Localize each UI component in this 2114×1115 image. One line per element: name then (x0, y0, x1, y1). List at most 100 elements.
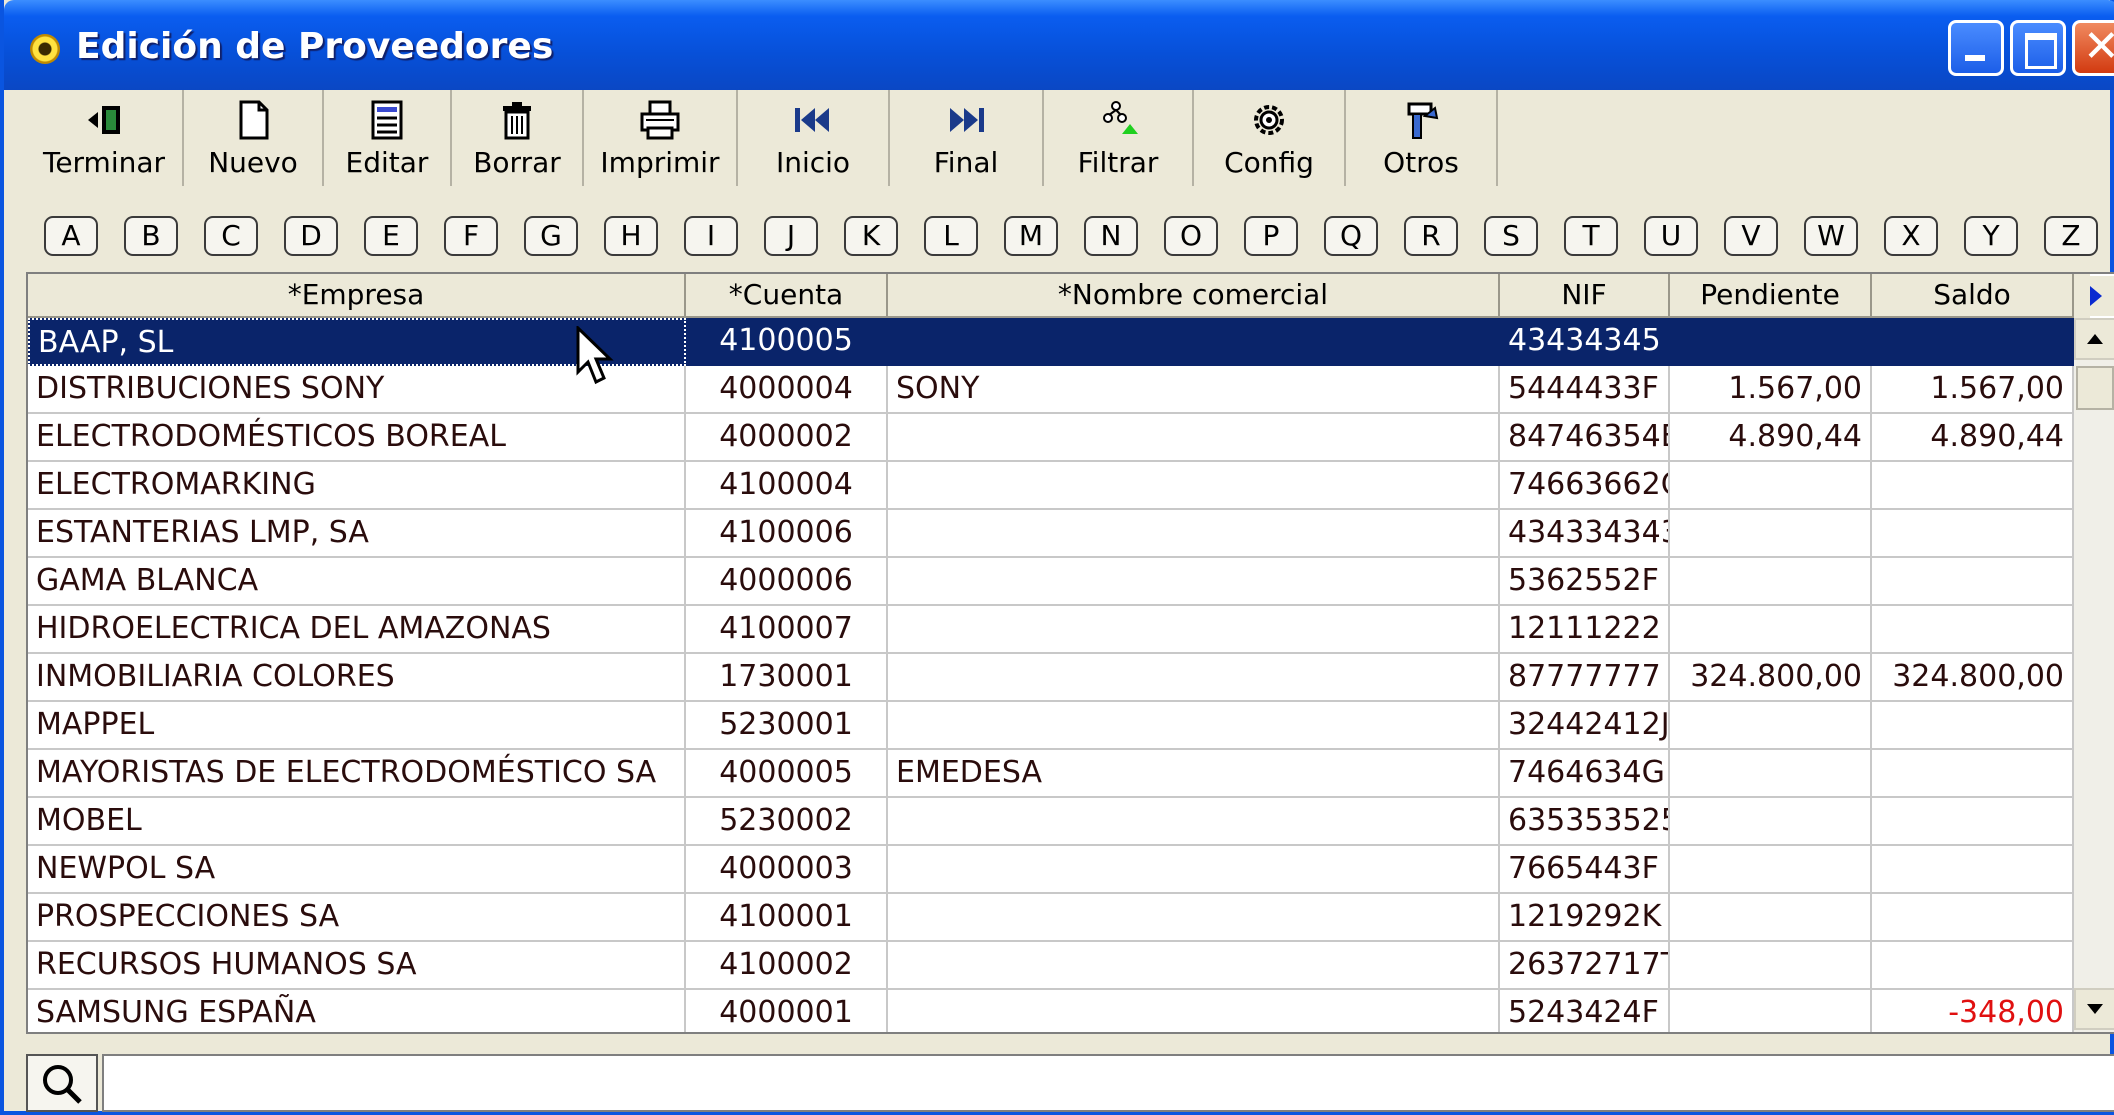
letter-button-k[interactable]: K (844, 216, 898, 256)
letter-button-z[interactable]: Z (2044, 216, 2098, 256)
letter-button-i[interactable]: I (684, 216, 738, 256)
borrar-button[interactable]: Borrar (452, 90, 584, 186)
scroll-up-button[interactable] (2074, 318, 2114, 360)
letter-button-b[interactable]: B (124, 216, 178, 256)
letter-button-f[interactable]: F (444, 216, 498, 256)
table-row[interactable]: MAYORISTAS DE ELECTRODOMÉSTICO SA 4000005… (28, 750, 2074, 798)
search-button[interactable] (26, 1054, 98, 1112)
table-row[interactable]: MAPPEL 5230001 32442412J (28, 702, 2074, 750)
arrow-down-icon (2087, 1004, 2103, 1014)
terminar-button[interactable]: Terminar (26, 90, 184, 186)
editar-button[interactable]: Editar (324, 90, 452, 186)
cell-saldo (1872, 318, 2074, 366)
edit-form-icon (365, 98, 409, 142)
cell-nombre-comercial (888, 702, 1500, 750)
letter-button-t[interactable]: T (1564, 216, 1618, 256)
table-row[interactable]: MOBEL 5230002 635353525 (28, 798, 2074, 846)
cell-nif: 5362552F (1500, 558, 1670, 606)
letter-button-p[interactable]: P (1244, 216, 1298, 256)
letter-button-g[interactable]: G (524, 216, 578, 256)
column-header-cuenta[interactable]: *Cuenta (686, 274, 888, 318)
column-header-pendiente[interactable]: Pendiente (1670, 274, 1872, 318)
search-input[interactable] (102, 1054, 2114, 1112)
cell-saldo (1872, 510, 2074, 558)
cell-pendiente (1670, 318, 1872, 366)
table-row[interactable]: BAAP, SL 4100005 43434345 (28, 318, 2074, 366)
letter-button-m[interactable]: M (1004, 216, 1058, 256)
final-button[interactable]: Final (890, 90, 1044, 186)
cell-nif: 12111222 (1500, 606, 1670, 654)
table-row[interactable]: ESTANTERIAS LMP, SA 4100006 434334343 (28, 510, 2074, 558)
scroll-right-button[interactable] (2074, 276, 2114, 316)
inicio-button[interactable]: Inicio (738, 90, 890, 186)
letter-button-y[interactable]: Y (1964, 216, 2018, 256)
letter-button-u[interactable]: U (1644, 216, 1698, 256)
filter-icon (1096, 98, 1140, 142)
vertical-scrollbar[interactable] (2074, 318, 2114, 1032)
filtrar-label: Filtrar (1077, 146, 1159, 179)
letter-button-l[interactable]: L (924, 216, 978, 256)
cell-nombre-comercial (888, 462, 1500, 510)
letter-button-e[interactable]: E (364, 216, 418, 256)
letter-button-x[interactable]: X (1884, 216, 1938, 256)
config-button[interactable]: Config (1194, 90, 1346, 186)
table-row[interactable]: HIDROELECTRICA DEL AMAZONAS 4100007 121112… (28, 606, 2074, 654)
cell-nif: 434334343 (1500, 510, 1670, 558)
letter-button-a[interactable]: A (44, 216, 98, 256)
table-row[interactable]: DISTRIBUCIONES SONY 4000004 SONY 5444433F 1.… (28, 366, 2074, 414)
letter-button-n[interactable]: N (1084, 216, 1138, 256)
letter-button-q[interactable]: Q (1324, 216, 1378, 256)
table-row[interactable]: PROSPECCIONES SA 4100001 1219292K (28, 894, 2074, 942)
table-row[interactable]: NEWPOL SA 4000003 7665443F (28, 846, 2074, 894)
letter-button-s[interactable]: S (1484, 216, 1538, 256)
toolbar: Terminar Nuevo Editar Borrar Imprimir In… (26, 90, 2114, 190)
title-bar[interactable]: Edición de Proveedores ✕ (4, 0, 2114, 90)
table-row[interactable]: SAMSUNG ESPAÑA 4000001 5243424F -348,00 (28, 990, 2074, 1032)
maximize-button[interactable] (2010, 20, 2066, 76)
editar-label: Editar (345, 146, 429, 179)
cell-saldo: 4.890,44 (1872, 414, 2074, 462)
letter-button-h[interactable]: H (604, 216, 658, 256)
letter-button-v[interactable]: V (1724, 216, 1778, 256)
cell-pendiente (1670, 462, 1872, 510)
app-icon (30, 34, 60, 64)
cell-empresa: GAMA BLANCA (28, 558, 686, 606)
filtrar-button[interactable]: Filtrar (1044, 90, 1194, 186)
cell-pendiente (1670, 702, 1872, 750)
table-row[interactable]: ELECTROMARKING 4100004 74663662Q (28, 462, 2074, 510)
cell-pendiente (1670, 990, 1872, 1032)
column-header-nombre-comercial[interactable]: *Nombre comercial (888, 274, 1500, 318)
scroll-down-button[interactable] (2074, 988, 2114, 1030)
minimize-button[interactable] (1948, 20, 2004, 76)
table-row[interactable]: ELECTRODOMÉSTICOS BOREAL 4000002 84746354E… (28, 414, 2074, 462)
letter-button-o[interactable]: O (1164, 216, 1218, 256)
letter-button-j[interactable]: J (764, 216, 818, 256)
table-row[interactable]: INMOBILIARIA COLORES 1730001 87777777 324.8… (28, 654, 2074, 702)
terminar-label: Terminar (42, 146, 166, 179)
cell-nombre-comercial (888, 942, 1500, 990)
column-header-saldo[interactable]: Saldo (1872, 274, 2074, 318)
letter-button-w[interactable]: W (1804, 216, 1858, 256)
cell-nombre-comercial: EMEDESA (888, 750, 1500, 798)
cell-nombre-comercial (888, 318, 1500, 366)
column-header-empresa[interactable]: *Empresa (28, 274, 686, 318)
table-row[interactable]: RECURSOS HUMANOS SA 4100002 26372717T (28, 942, 2074, 990)
cell-cuenta: 4100004 (686, 462, 888, 510)
cell-saldo: 324.800,00 (1872, 654, 2074, 702)
cell-nif: 74663662Q (1500, 462, 1670, 510)
scrollbar-thumb[interactable] (2076, 366, 2114, 410)
imprimir-label: Imprimir (600, 146, 720, 179)
nuevo-button[interactable]: Nuevo (184, 90, 324, 186)
table-row[interactable]: GAMA BLANCA 4000006 5362552F (28, 558, 2074, 606)
column-header-nif[interactable]: NIF (1500, 274, 1670, 318)
letter-button-d[interactable]: D (284, 216, 338, 256)
letter-button-r[interactable]: R (1404, 216, 1458, 256)
cell-cuenta: 5230002 (686, 798, 888, 846)
imprimir-button[interactable]: Imprimir (584, 90, 738, 186)
cell-cuenta: 4000001 (686, 990, 888, 1032)
otros-button[interactable]: Otros (1346, 90, 1498, 186)
cell-nombre-comercial (888, 654, 1500, 702)
cell-empresa: SAMSUNG ESPAÑA (28, 990, 686, 1032)
close-button[interactable]: ✕ (2072, 20, 2114, 76)
letter-button-c[interactable]: C (204, 216, 258, 256)
